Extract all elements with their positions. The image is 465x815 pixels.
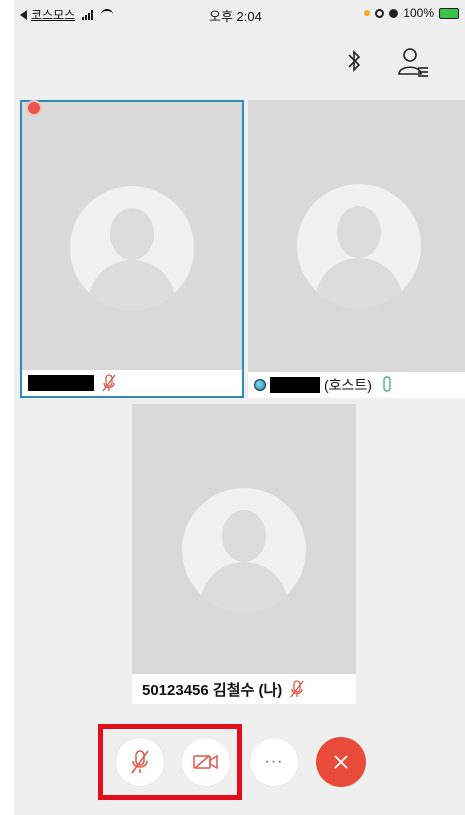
active-mic-icon [383, 376, 391, 392]
avatar-body [200, 562, 288, 612]
back-to-app-icon[interactable] [20, 9, 27, 20]
screenshot-margin [0, 0, 14, 815]
status-time: 오후 2:04 [209, 9, 262, 24]
avatar-head [110, 208, 154, 260]
call-controls: ··· [14, 712, 465, 815]
avatar [297, 184, 421, 308]
mic-toggle-button[interactable] [116, 738, 164, 786]
location-icon [375, 8, 385, 18]
top-action-bar [14, 28, 465, 92]
avatar [70, 186, 194, 310]
status-bar: 코스모스 오후 2:04 100% [14, 0, 465, 28]
end-call-icon [334, 755, 348, 769]
avatar-head [222, 510, 266, 562]
redacted-name [270, 377, 320, 393]
network-status-icon [254, 379, 266, 391]
carrier-name[interactable]: 코스모스 [31, 6, 75, 23]
end-call-button[interactable] [316, 737, 366, 787]
phone-screen: 코스모스 오후 2:04 100% (호스트) 50123456 김철수 (나)… [14, 0, 465, 815]
video-toggle-button[interactable] [182, 738, 230, 786]
bluetooth-icon[interactable] [344, 48, 364, 74]
wifi-icon [101, 9, 114, 20]
host-label: (호스트) [324, 377, 372, 393]
participant-name-bar: (호스트) [248, 372, 465, 398]
avatar [182, 488, 306, 612]
recording-badge-icon [26, 100, 42, 116]
muted-mic-icon [290, 680, 304, 698]
battery-percent: 100% [403, 6, 434, 20]
muted-mic-icon [102, 374, 116, 392]
mic-in-use-dot-icon [364, 10, 371, 16]
mute-mic-icon [131, 750, 149, 774]
self-name: 50123456 김철수 (나) [142, 681, 283, 699]
avatar-body [315, 258, 403, 308]
avatar-body [88, 260, 176, 310]
participant-name-bar [22, 370, 242, 396]
alarm-icon [389, 8, 399, 18]
battery-icon [439, 7, 459, 19]
more-icon: ··· [264, 753, 284, 770]
signal-icon [82, 9, 94, 20]
video-tile-host[interactable]: (호스트) [248, 100, 465, 398]
status-left: 코스모스 [20, 6, 114, 23]
avatar-head [337, 206, 381, 258]
more-options-button[interactable]: ··· [250, 738, 298, 786]
redacted-name [28, 375, 94, 391]
participant-name-bar: 50123456 김철수 (나) [132, 674, 356, 704]
video-tile-self[interactable]: 50123456 김철수 (나) [132, 404, 356, 704]
video-off-icon [193, 754, 218, 770]
status-right: 100% [364, 6, 459, 20]
participants-icon[interactable] [396, 46, 430, 78]
video-tile-participant-1[interactable] [20, 100, 244, 398]
